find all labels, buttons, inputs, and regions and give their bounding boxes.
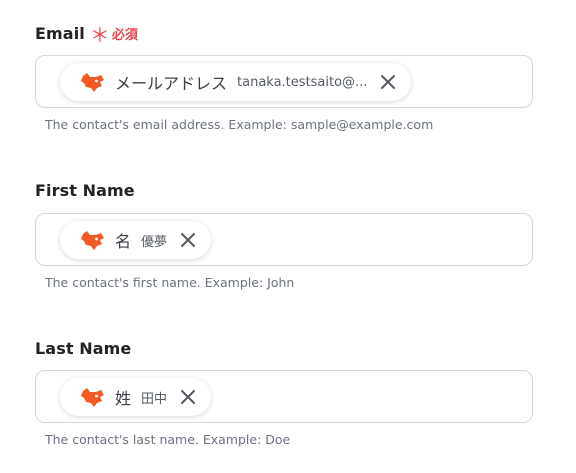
first-name-label: First Name: [35, 180, 135, 200]
first-name-help-text: The contact's first name. Example: John: [45, 275, 295, 290]
last-name-label: Last Name: [35, 338, 132, 358]
chip-value: 優夢: [141, 234, 168, 250]
email-variable-chip[interactable]: メールアドレス tanaka.testsaito@...: [60, 63, 412, 101]
chip-label: メールアドレス: [115, 74, 228, 93]
fox-logo-icon: [80, 229, 105, 251]
first-name-field-group: First Name 名 優夢 The contact's first name…: [35, 179, 535, 290]
email-input[interactable]: メールアドレス tanaka.testsaito@...: [35, 55, 533, 108]
fox-logo-icon: [80, 71, 105, 93]
email-help-text: The contact's email address. Example: sa…: [45, 117, 434, 132]
chip-value: 田中: [141, 391, 168, 407]
last-name-label-row: Last Name: [35, 337, 535, 359]
first-name-label-row: First Name: [35, 179, 535, 201]
fox-logo-icon: [80, 386, 105, 408]
required-asterisk-icon: ＊: [89, 23, 110, 47]
email-label-row: Email ＊ 必須: [35, 22, 535, 47]
last-name-field-group: Last Name 姓 田中 The contact's last name. …: [35, 337, 535, 447]
chip-value: tanaka.testsaito@...: [237, 74, 368, 90]
last-name-help-text: The contact's last name. Example: Doe: [45, 432, 291, 447]
close-icon[interactable]: [179, 231, 197, 249]
close-icon[interactable]: [379, 73, 397, 91]
last-name-variable-chip[interactable]: 姓 田中: [60, 378, 212, 416]
email-label: Email: [35, 23, 85, 43]
close-icon[interactable]: [179, 388, 197, 406]
email-field-group: Email ＊ 必須 メールアドレス tanaka.testsaito@... …: [35, 22, 535, 132]
required-badge: 必須: [111, 27, 138, 43]
last-name-input[interactable]: 姓 田中: [35, 370, 533, 423]
first-name-input[interactable]: 名 優夢: [35, 213, 533, 266]
chip-label: 姓: [115, 389, 132, 408]
first-name-variable-chip[interactable]: 名 優夢: [60, 221, 212, 259]
chip-label: 名: [115, 232, 132, 251]
